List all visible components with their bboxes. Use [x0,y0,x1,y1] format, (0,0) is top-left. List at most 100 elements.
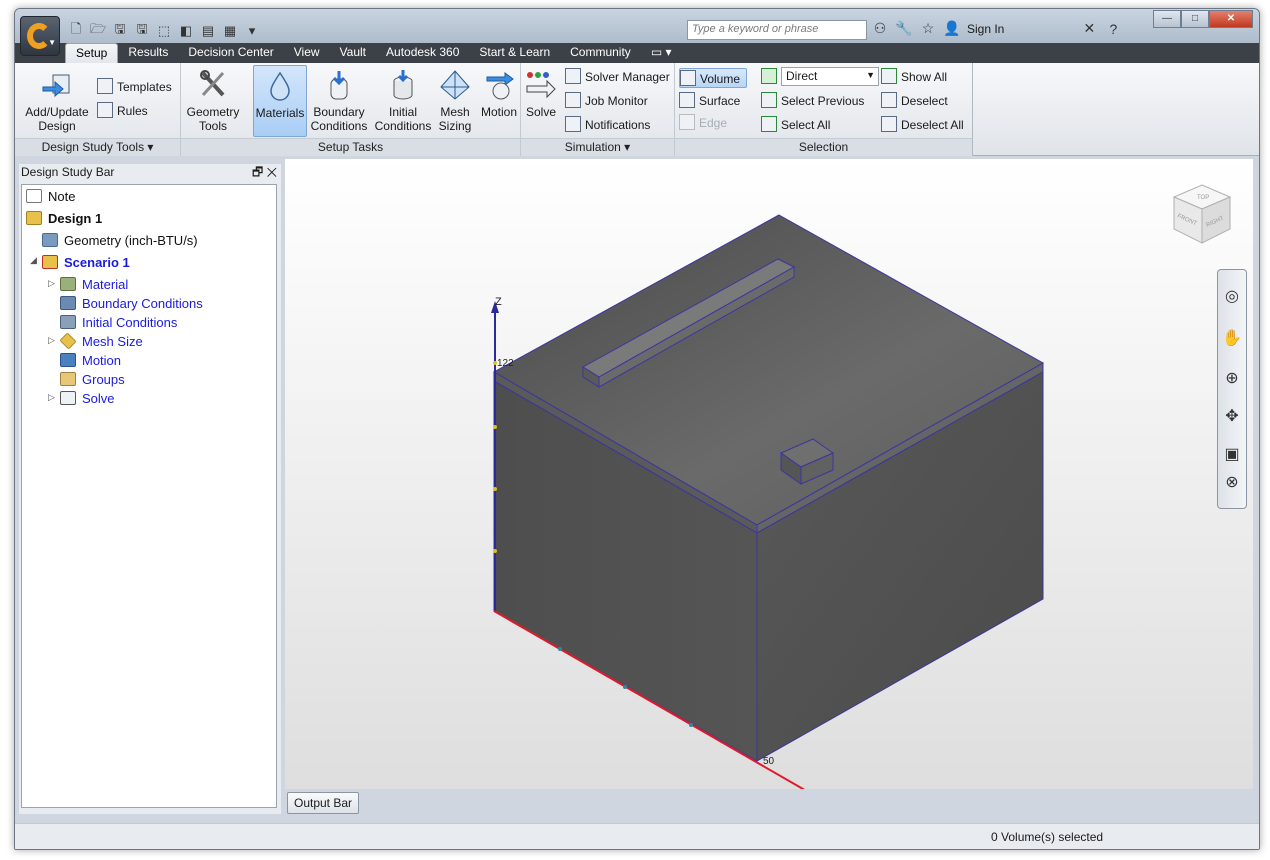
design-study-tools-panel: Add/Update Design Templates Rules Design… [15,63,181,156]
user-icon[interactable]: 👤 [943,20,961,37]
selection-label: Selection [675,138,972,156]
tree-item-scenario[interactable]: Scenario 1 [42,253,130,272]
qat-dropdown-icon[interactable]: ▾ [243,22,261,40]
job-monitor-icon [565,92,581,108]
show-all-button[interactable]: Show All [881,67,947,87]
volume-button[interactable]: Volume [679,68,748,88]
initial-conditions-button[interactable]: Initial Conditions [373,65,433,137]
tab-setup[interactable]: Setup [65,43,119,63]
deselect-all-button[interactable]: Deselect All [881,115,964,135]
templates-button[interactable]: Templates [97,77,172,97]
materials-button[interactable]: Materials [253,65,307,137]
notifications-button[interactable]: Notifications [565,115,650,135]
mesh-sizing-icon [439,69,471,101]
mesh-sizing-button[interactable]: Mesh Sizing [435,65,475,137]
favorites-star-icon[interactable]: ☆ [919,20,937,37]
tree-groups-label: Groups [82,372,125,387]
tree-solve-label: Solve [82,391,115,406]
save-icon[interactable]: 🖫 [111,21,129,40]
close-navbar-icon[interactable]: ⊗ [1221,472,1243,494]
design-study-tools-label[interactable]: Design Study Tools ▾ [15,138,180,156]
model-viewport[interactable]: Z 122 50 TOP FRONT RIGHT ◎ ✋ ⊕ ✥ ▣ ⊗ [285,159,1253,789]
tree-item-solve[interactable]: Solve [60,389,115,408]
surface-label: Surface [699,94,741,108]
direct-mode-icon-wrap [761,67,781,87]
expand-icon[interactable]: ▷ [48,392,55,403]
expand-icon[interactable]: ▷ [48,278,55,289]
simulation-label[interactable]: Simulation ▾ [521,138,674,156]
report-icon[interactable]: ▦ [221,22,239,40]
simulation-panel: Solve Solver Manager Job Monitor Notific… [521,63,675,156]
close-icon[interactable]: ✕ [1209,10,1253,28]
new-icon[interactable]: 🗋 [67,21,85,40]
tree-item-groups[interactable]: Groups [60,370,125,389]
direct-select-dropdown[interactable]: Direct ▼ [781,67,879,86]
tree-item-design[interactable]: Design 1 [26,209,102,228]
tree-item-material[interactable]: Material [60,275,128,294]
look-at-icon[interactable]: ▣ [1221,444,1243,466]
deselect-button[interactable]: Deselect [881,91,948,111]
ribbon-options-icon[interactable]: ▭ ▾ [641,43,682,63]
tab-autodesk-360[interactable]: Autodesk 360 [376,43,469,63]
pan-hand-icon[interactable]: ✋ [1221,328,1243,350]
output-bar-button[interactable]: Output Bar [287,792,359,814]
geometry-tools-button[interactable]: Geometry Tools [183,65,243,137]
tab-start-learn[interactable]: Start & Learn [469,43,560,63]
ribbon: Add/Update Design Templates Rules Design… [15,63,1259,156]
tab-decision-center[interactable]: Decision Center [178,43,283,63]
open-folder-icon[interactable]: 🗁 [89,21,107,40]
expand-icon[interactable]: ▷ [48,335,55,346]
geometry-icon [42,233,58,247]
tab-community[interactable]: Community [560,43,641,63]
rules-button[interactable]: Rules [97,101,148,121]
add-update-label-2: Design [38,119,76,133]
edge-button: Edge [679,113,727,133]
minimize-icon[interactable]: — [1153,10,1181,28]
boundary-icon [60,296,76,310]
surface-button[interactable]: Surface [679,91,740,111]
viewcube[interactable]: TOP FRONT RIGHT [1167,179,1237,249]
deselect-label: Deselect [901,94,948,108]
float-icon[interactable]: 🗗 [252,165,263,179]
help-icon[interactable]: ? [1104,21,1122,37]
boundary-conditions-button[interactable]: Boundary Conditions [309,65,369,137]
select-mode-icon[interactable]: ⬚ [155,22,173,40]
tree-item-note[interactable]: Note [26,187,75,206]
solve-button[interactable]: Solve [523,65,559,137]
tree-item-initial[interactable]: Initial Conditions [60,313,177,332]
select-previous-button[interactable]: Select Previous [761,91,864,111]
tree-item-boundary[interactable]: Boundary Conditions [60,294,203,313]
tree-item-mesh[interactable]: Mesh Size [59,332,143,351]
search-input[interactable]: Type a keyword or phrase [687,20,867,40]
add-update-design-button[interactable]: Add/Update Design [21,65,93,137]
tab-view[interactable]: View [284,43,330,63]
tools-icon[interactable]: 🔧 [895,20,913,37]
application-menu-button[interactable]: ▼ [20,16,60,56]
close-icon[interactable]: ✕ [267,165,277,179]
solver-manager-button[interactable]: Solver Manager [565,67,670,87]
maximize-icon[interactable]: □ [1181,10,1209,28]
tab-vault[interactable]: Vault [330,43,376,63]
job-monitor-button[interactable]: Job Monitor [565,91,648,111]
collapse-icon[interactable]: ◢ [30,255,37,266]
orbit-icon[interactable]: ✥ [1221,406,1243,428]
view-mode-icon[interactable]: ◧ [177,22,195,40]
tab-results[interactable]: Results [118,43,178,63]
panel-layout-icon[interactable]: ▤ [199,22,217,40]
tree-geometry-label: Geometry (inch-BTU/s) [64,233,198,248]
zoom-icon[interactable]: ⊕ [1221,368,1243,390]
solve-icon [525,69,557,101]
motion-button[interactable]: Motion [477,65,521,137]
chevron-down-icon: ▼ [866,70,875,80]
steering-wheel-icon[interactable]: ◎ [1221,286,1243,308]
model-svg[interactable]: Z 122 50 [285,159,1253,789]
exchange-icon[interactable]: ✕ [1080,20,1098,37]
tree-item-geometry[interactable]: Geometry (inch-BTU/s) [42,231,198,250]
binoculars-icon[interactable]: ⚇ [871,20,889,37]
select-all-button[interactable]: Select All [761,115,830,135]
scenario-icon [42,255,58,269]
tree-item-motion[interactable]: Motion [60,351,121,370]
save-all-icon[interactable]: 🖫 [133,21,151,40]
sign-in-link[interactable]: Sign In [967,22,1004,36]
envelope-icon [565,116,581,132]
